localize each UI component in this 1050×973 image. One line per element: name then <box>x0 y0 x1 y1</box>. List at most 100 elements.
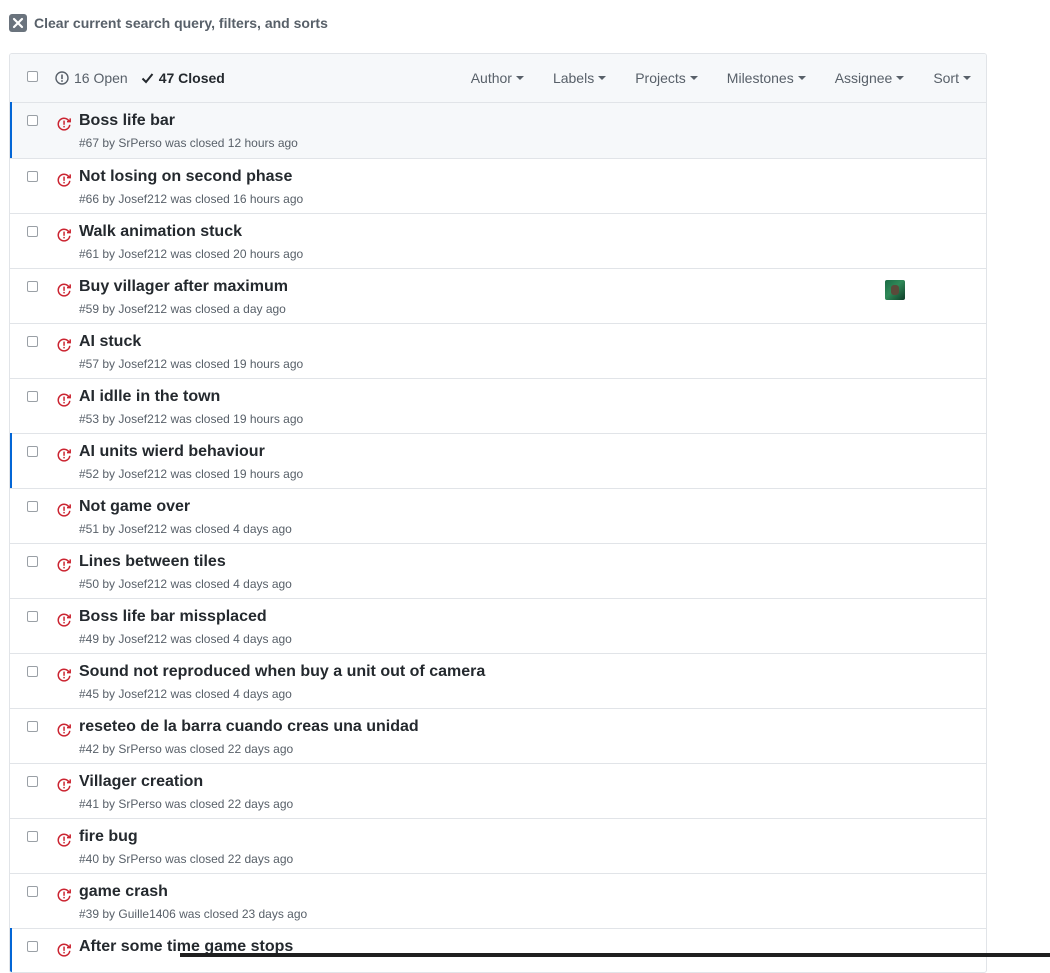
issue-by-label: by <box>102 797 116 811</box>
issue-author-link[interactable]: SrPerso <box>118 742 161 756</box>
issue-row[interactable]: Walk animation stuck #61 by Josef212 was … <box>10 213 986 268</box>
issue-author-link[interactable]: Josef212 <box>118 192 167 206</box>
issue-checkbox[interactable] <box>27 226 38 237</box>
issue-checkbox[interactable] <box>27 886 38 897</box>
issue-author-link[interactable]: Guille1406 <box>118 907 175 921</box>
author-filter-dropdown[interactable]: Author <box>471 70 524 86</box>
issue-author-link[interactable]: Josef212 <box>118 467 167 481</box>
issues-list-box: 16 Open 47 Closed Author Labels Projects… <box>9 53 987 973</box>
issue-row[interactable]: Not losing on second phase #66 by Josef21… <box>10 158 986 213</box>
issue-checkbox[interactable] <box>27 115 38 126</box>
issue-author-link[interactable]: Josef212 <box>118 357 167 371</box>
issue-number: #50 <box>79 577 100 591</box>
issue-row[interactable]: fire bug #40 by SrPerso was closed 22 day… <box>10 818 986 873</box>
issue-author-link[interactable]: Josef212 <box>118 302 167 316</box>
issue-row[interactable]: Boss life bar #67 by SrPerso was closed 1… <box>10 102 986 158</box>
labels-filter-label: Labels <box>552 70 595 86</box>
issue-row[interactable]: After some time game stops <box>10 928 986 972</box>
issue-checkbox[interactable] <box>27 336 38 347</box>
issue-title-link[interactable]: Buy villager after maximum <box>79 278 288 296</box>
issue-checkbox[interactable] <box>27 171 38 182</box>
issue-status: was closed 22 days ago <box>165 742 294 756</box>
sort-dropdown[interactable]: Sort <box>933 70 971 86</box>
issue-meta: #41 by SrPerso was closed 22 days ago <box>79 797 293 811</box>
issue-checkbox[interactable] <box>27 281 38 292</box>
closed-issues-link[interactable]: 47 Closed <box>141 70 225 86</box>
projects-filter-dropdown[interactable]: Projects <box>635 70 698 86</box>
issue-number: #40 <box>79 852 100 866</box>
issue-closed-icon <box>57 723 71 742</box>
labels-filter-dropdown[interactable]: Labels <box>552 70 607 86</box>
issue-row[interactable]: AI idlle in the town #53 by Josef212 was … <box>10 378 986 433</box>
issue-author-link[interactable]: Josef212 <box>118 412 167 426</box>
issue-closed-icon <box>57 888 71 907</box>
issue-row[interactable]: AI units wierd behaviour #52 by Josef212 … <box>10 433 986 488</box>
issue-number: #45 <box>79 687 100 701</box>
issue-row[interactable]: game crash #39 by Guille1406 was closed 2… <box>10 873 986 928</box>
issue-title-link[interactable]: Walk animation stuck <box>79 223 242 241</box>
issue-checkbox[interactable] <box>27 611 38 622</box>
issue-title-link[interactable]: AI stuck <box>79 333 141 351</box>
assignee-avatar[interactable] <box>885 280 905 300</box>
issue-by-label: by <box>102 192 116 206</box>
issue-title-link[interactable]: Boss life bar missplaced <box>79 608 267 626</box>
issue-checkbox[interactable] <box>27 721 38 732</box>
issue-title-link[interactable]: fire bug <box>79 828 138 846</box>
issue-row[interactable]: Boss life bar missplaced #49 by Josef212 … <box>10 598 986 653</box>
issue-title-link[interactable]: Villager creation <box>79 773 203 791</box>
issue-author-link[interactable]: Josef212 <box>118 632 167 646</box>
issue-row[interactable]: AI stuck #57 by Josef212 was closed 19 ho… <box>10 323 986 378</box>
issue-checkbox[interactable] <box>27 666 38 677</box>
issue-checkbox[interactable] <box>27 446 38 457</box>
issue-checkbox[interactable] <box>27 941 38 952</box>
issue-closed-icon <box>57 778 71 797</box>
assignee-filter-dropdown[interactable]: Assignee <box>835 70 905 86</box>
issue-closed-icon <box>57 448 71 467</box>
issue-number: #57 <box>79 357 100 371</box>
issue-author-link[interactable]: SrPerso <box>118 852 161 866</box>
issue-author-link[interactable]: SrPerso <box>118 797 161 811</box>
issue-number: #39 <box>79 907 100 921</box>
open-issues-link[interactable]: 16 Open <box>55 70 128 86</box>
issue-author-link[interactable]: Josef212 <box>118 577 167 591</box>
issue-checkbox[interactable] <box>27 501 38 512</box>
issue-title-link[interactable]: Not game over <box>79 498 190 516</box>
issue-closed-icon <box>57 558 71 577</box>
issue-title-link[interactable]: AI units wierd behaviour <box>79 443 265 461</box>
issue-row[interactable]: Sound not reproduced when buy a unit out… <box>10 653 986 708</box>
issue-row[interactable]: Lines between tiles #50 by Josef212 was c… <box>10 543 986 598</box>
issue-by-label: by <box>102 907 116 921</box>
issue-status: was closed 16 hours ago <box>170 192 304 206</box>
issue-title-link[interactable]: Sound not reproduced when buy a unit out… <box>79 663 485 681</box>
issue-meta: #52 by Josef212 was closed 19 hours ago <box>79 467 303 481</box>
bottom-edge <box>180 953 1050 957</box>
milestones-filter-dropdown[interactable]: Milestones <box>727 70 806 86</box>
issue-closed-icon <box>57 173 71 192</box>
issue-by-label: by <box>102 852 116 866</box>
issue-row[interactable]: Not game over #51 by Josef212 was closed … <box>10 488 986 543</box>
issue-title-link[interactable]: Not losing on second phase <box>79 168 292 186</box>
issue-status: was closed 12 hours ago <box>165 136 298 150</box>
select-all-checkbox[interactable] <box>27 71 38 82</box>
issue-title-link[interactable]: Boss life bar <box>79 112 175 130</box>
issue-row[interactable]: reseteo de la barra cuando creas una uni… <box>10 708 986 763</box>
issue-row[interactable]: Villager creation #41 by SrPerso was clos… <box>10 763 986 818</box>
issue-row[interactable]: Buy villager after maximum #59 by Josef21… <box>10 268 986 323</box>
issue-meta: #53 by Josef212 was closed 19 hours ago <box>79 412 303 426</box>
issue-checkbox[interactable] <box>27 831 38 842</box>
issue-checkbox[interactable] <box>27 391 38 402</box>
clear-filters-link[interactable]: Clear current search query, filters, and… <box>9 13 328 33</box>
issue-title-link[interactable]: Lines between tiles <box>79 553 226 571</box>
issue-title-link[interactable]: AI idlle in the town <box>79 388 220 406</box>
caret-down-icon <box>689 76 698 80</box>
issue-checkbox[interactable] <box>27 776 38 787</box>
issue-title-link[interactable]: reseteo de la barra cuando creas una uni… <box>79 718 419 736</box>
issue-author-link[interactable]: Josef212 <box>118 247 167 261</box>
issue-checkbox[interactable] <box>27 556 38 567</box>
issue-number: #59 <box>79 302 100 316</box>
issue-author-link[interactable]: SrPerso <box>118 136 161 150</box>
issue-author-link[interactable]: Josef212 <box>118 522 167 536</box>
issue-title-link[interactable]: game crash <box>79 883 168 901</box>
issue-status: was closed 22 days ago <box>165 852 294 866</box>
issue-author-link[interactable]: Josef212 <box>118 687 167 701</box>
